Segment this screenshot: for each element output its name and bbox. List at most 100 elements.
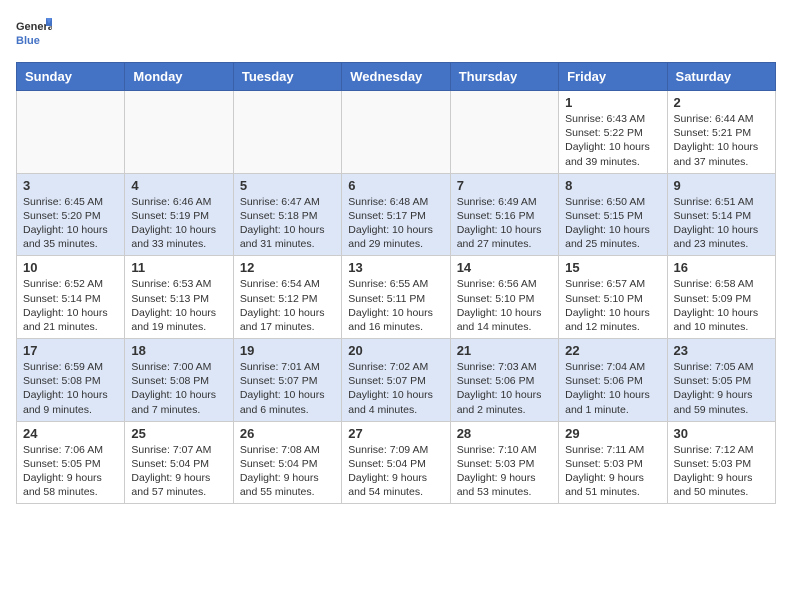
day-info: Sunrise: 6:52 AM Sunset: 5:14 PM Dayligh… [23, 277, 118, 334]
calendar-cell: 29 Sunrise: 7:11 AM Sunset: 5:03 PM Dayli… [559, 421, 667, 504]
day-info: Sunrise: 6:57 AM Sunset: 5:10 PM Dayligh… [565, 277, 660, 334]
day-info: Sunrise: 7:12 AM Sunset: 5:03 PM Dayligh… [674, 443, 769, 500]
day-number: 29 [565, 426, 660, 441]
day-number: 23 [674, 343, 769, 358]
calendar-cell: 25 Sunrise: 7:07 AM Sunset: 5:04 PM Dayli… [125, 421, 233, 504]
day-number: 26 [240, 426, 335, 441]
calendar-cell: 14 Sunrise: 6:56 AM Sunset: 5:10 PM Dayli… [450, 256, 558, 339]
day-number: 25 [131, 426, 226, 441]
day-number: 20 [348, 343, 443, 358]
calendar-cell: 13 Sunrise: 6:55 AM Sunset: 5:11 PM Dayli… [342, 256, 450, 339]
day-number: 13 [348, 260, 443, 275]
day-info: Sunrise: 7:08 AM Sunset: 5:04 PM Dayligh… [240, 443, 335, 500]
day-number: 14 [457, 260, 552, 275]
day-info: Sunrise: 7:04 AM Sunset: 5:06 PM Dayligh… [565, 360, 660, 417]
calendar-cell: 15 Sunrise: 6:57 AM Sunset: 5:10 PM Dayli… [559, 256, 667, 339]
day-number: 2 [674, 95, 769, 110]
day-info: Sunrise: 6:48 AM Sunset: 5:17 PM Dayligh… [348, 195, 443, 252]
day-number: 16 [674, 260, 769, 275]
day-info: Sunrise: 6:50 AM Sunset: 5:15 PM Dayligh… [565, 195, 660, 252]
col-header-saturday: Saturday [667, 63, 775, 91]
day-info: Sunrise: 7:11 AM Sunset: 5:03 PM Dayligh… [565, 443, 660, 500]
day-number: 6 [348, 178, 443, 193]
calendar-cell: 11Sunrise: 6:53 AM Sunset: 5:13 PM Dayli… [125, 256, 233, 339]
svg-text:Blue: Blue [16, 35, 40, 47]
day-number: 10 [23, 260, 118, 275]
calendar-week-1: 1 Sunrise: 6:43 AM Sunset: 5:22 PM Daylig… [17, 91, 776, 174]
day-info: Sunrise: 7:01 AM Sunset: 5:07 PM Dayligh… [240, 360, 335, 417]
calendar-cell [450, 91, 558, 174]
calendar-header-row: SundayMondayTuesdayWednesdayThursdayFrid… [17, 63, 776, 91]
day-info: Sunrise: 6:59 AM Sunset: 5:08 PM Dayligh… [23, 360, 118, 417]
day-info: Sunrise: 7:06 AM Sunset: 5:05 PM Dayligh… [23, 443, 118, 500]
calendar-cell: 12 Sunrise: 6:54 AM Sunset: 5:12 PM Dayli… [233, 256, 341, 339]
day-number: 22 [565, 343, 660, 358]
day-info: Sunrise: 6:53 AM Sunset: 5:13 PM Dayligh… [131, 277, 226, 334]
day-number: 12 [240, 260, 335, 275]
calendar-cell [17, 91, 125, 174]
calendar-cell: 1 Sunrise: 6:43 AM Sunset: 5:22 PM Daylig… [559, 91, 667, 174]
col-header-wednesday: Wednesday [342, 63, 450, 91]
day-info: Sunrise: 7:02 AM Sunset: 5:07 PM Dayligh… [348, 360, 443, 417]
calendar-week-2: 3Sunrise: 6:45 AM Sunset: 5:20 PM Daylig… [17, 173, 776, 256]
day-info: Sunrise: 6:51 AM Sunset: 5:14 PM Dayligh… [674, 195, 769, 252]
day-number: 18 [131, 343, 226, 358]
col-header-friday: Friday [559, 63, 667, 91]
calendar-cell: 3Sunrise: 6:45 AM Sunset: 5:20 PM Daylig… [17, 173, 125, 256]
calendar-cell [233, 91, 341, 174]
day-number: 19 [240, 343, 335, 358]
day-info: Sunrise: 6:54 AM Sunset: 5:12 PM Dayligh… [240, 277, 335, 334]
day-number: 27 [348, 426, 443, 441]
day-info: Sunrise: 6:58 AM Sunset: 5:09 PM Dayligh… [674, 277, 769, 334]
col-header-monday: Monday [125, 63, 233, 91]
col-header-thursday: Thursday [450, 63, 558, 91]
calendar-cell: 23 Sunrise: 7:05 AM Sunset: 5:05 PM Dayli… [667, 339, 775, 422]
calendar-cell: 21 Sunrise: 7:03 AM Sunset: 5:06 PM Dayli… [450, 339, 558, 422]
day-info: Sunrise: 6:55 AM Sunset: 5:11 PM Dayligh… [348, 277, 443, 334]
day-number: 4 [131, 178, 226, 193]
day-number: 15 [565, 260, 660, 275]
page-header: General Blue [16, 16, 776, 52]
calendar-cell: 10 Sunrise: 6:52 AM Sunset: 5:14 PM Dayli… [17, 256, 125, 339]
logo-svg: General Blue [16, 16, 52, 52]
calendar-cell: 6 Sunrise: 6:48 AM Sunset: 5:17 PM Daylig… [342, 173, 450, 256]
calendar-cell: 22 Sunrise: 7:04 AM Sunset: 5:06 PM Dayli… [559, 339, 667, 422]
calendar-cell [125, 91, 233, 174]
day-info: Sunrise: 7:07 AM Sunset: 5:04 PM Dayligh… [131, 443, 226, 500]
day-info: Sunrise: 6:44 AM Sunset: 5:21 PM Dayligh… [674, 112, 769, 169]
day-info: Sunrise: 6:56 AM Sunset: 5:10 PM Dayligh… [457, 277, 552, 334]
day-number: 30 [674, 426, 769, 441]
calendar-cell: 24 Sunrise: 7:06 AM Sunset: 5:05 PM Dayli… [17, 421, 125, 504]
calendar-cell: 30 Sunrise: 7:12 AM Sunset: 5:03 PM Dayli… [667, 421, 775, 504]
calendar-cell: 17Sunrise: 6:59 AM Sunset: 5:08 PM Dayli… [17, 339, 125, 422]
col-header-tuesday: Tuesday [233, 63, 341, 91]
day-info: Sunrise: 6:45 AM Sunset: 5:20 PM Dayligh… [23, 195, 118, 252]
calendar-week-4: 17Sunrise: 6:59 AM Sunset: 5:08 PM Dayli… [17, 339, 776, 422]
calendar-cell: 20 Sunrise: 7:02 AM Sunset: 5:07 PM Dayli… [342, 339, 450, 422]
day-info: Sunrise: 7:10 AM Sunset: 5:03 PM Dayligh… [457, 443, 552, 500]
day-info: Sunrise: 6:43 AM Sunset: 5:22 PM Dayligh… [565, 112, 660, 169]
day-number: 1 [565, 95, 660, 110]
calendar-cell: 7 Sunrise: 6:49 AM Sunset: 5:16 PM Daylig… [450, 173, 558, 256]
logo: General Blue [16, 16, 52, 52]
calendar-cell: 2 Sunrise: 6:44 AM Sunset: 5:21 PM Daylig… [667, 91, 775, 174]
calendar-week-5: 24 Sunrise: 7:06 AM Sunset: 5:05 PM Dayli… [17, 421, 776, 504]
calendar-cell [342, 91, 450, 174]
calendar-table: SundayMondayTuesdayWednesdayThursdayFrid… [16, 62, 776, 504]
calendar-cell: 9Sunrise: 6:51 AM Sunset: 5:14 PM Daylig… [667, 173, 775, 256]
calendar-week-3: 10 Sunrise: 6:52 AM Sunset: 5:14 PM Dayli… [17, 256, 776, 339]
day-number: 21 [457, 343, 552, 358]
calendar-cell: 8Sunrise: 6:50 AM Sunset: 5:15 PM Daylig… [559, 173, 667, 256]
day-info: Sunrise: 7:05 AM Sunset: 5:05 PM Dayligh… [674, 360, 769, 417]
day-info: Sunrise: 7:03 AM Sunset: 5:06 PM Dayligh… [457, 360, 552, 417]
calendar-cell: 18 Sunrise: 7:00 AM Sunset: 5:08 PM Dayli… [125, 339, 233, 422]
calendar-cell: 16 Sunrise: 6:58 AM Sunset: 5:09 PM Dayli… [667, 256, 775, 339]
day-number: 7 [457, 178, 552, 193]
calendar-cell: 19 Sunrise: 7:01 AM Sunset: 5:07 PM Dayli… [233, 339, 341, 422]
day-number: 5 [240, 178, 335, 193]
day-info: Sunrise: 6:49 AM Sunset: 5:16 PM Dayligh… [457, 195, 552, 252]
day-info: Sunrise: 7:00 AM Sunset: 5:08 PM Dayligh… [131, 360, 226, 417]
day-number: 28 [457, 426, 552, 441]
calendar-cell: 28 Sunrise: 7:10 AM Sunset: 5:03 PM Dayli… [450, 421, 558, 504]
day-number: 24 [23, 426, 118, 441]
